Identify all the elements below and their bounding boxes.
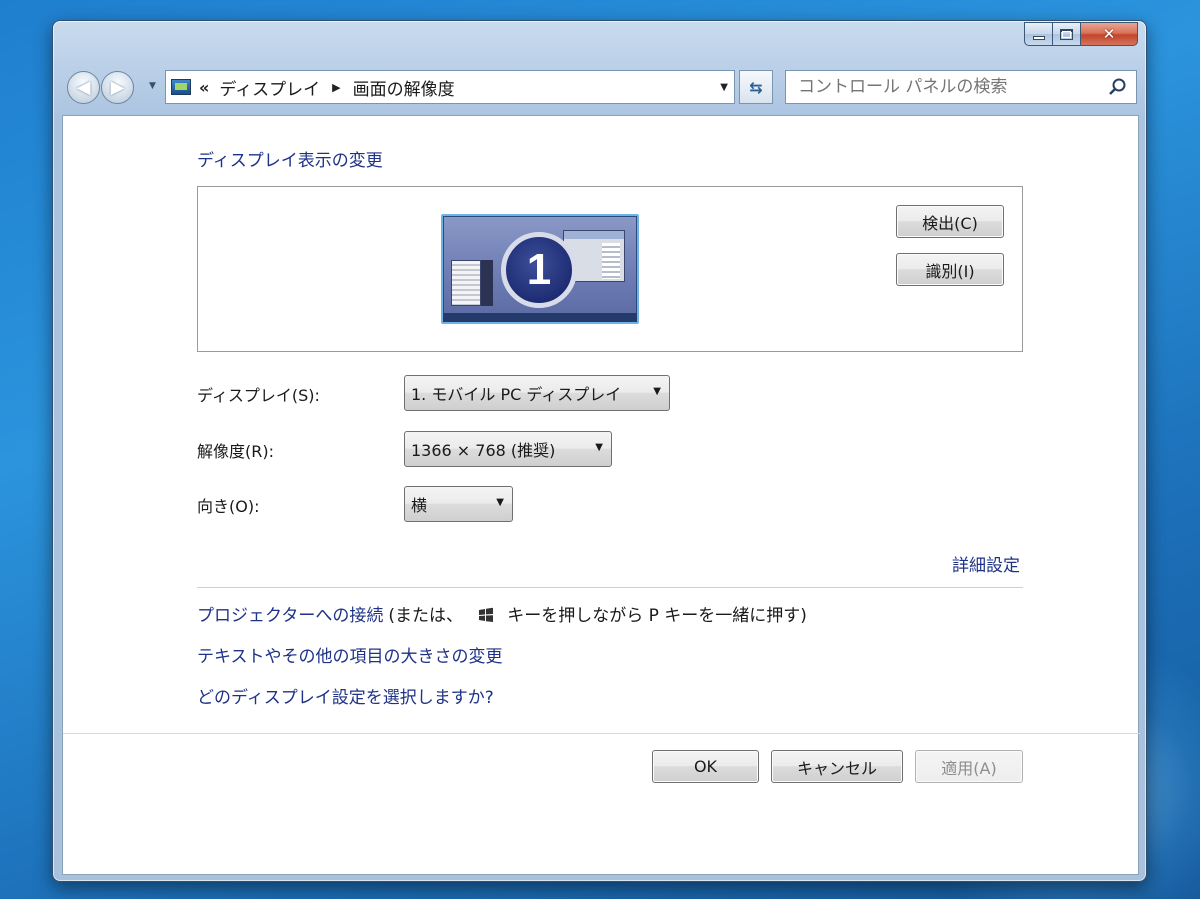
orientation-select-value: 横 [411, 496, 428, 515]
navigation-bar: ◀ ▶ ▼ « ディスプレイ ▶ 画面の解像度 ▼ ⇆ [63, 69, 1138, 109]
content-pane: ディスプレイ表示の変更 1 検出(C) 識別(I) ディスプレイ(S): 1. … [62, 115, 1140, 875]
projector-note-suffix: キーを押しながら P キーを一緒に押す) [507, 606, 807, 626]
display-preview-panel: 1 検出(C) 識別(I) [197, 186, 1023, 352]
display-select[interactable]: 1. モバイル PC ディスプレイ ▼ [404, 375, 670, 411]
search-box[interactable] [785, 70, 1137, 104]
forward-button[interactable]: ▶ [101, 71, 134, 104]
identify-button[interactable]: 識別(I) [896, 253, 1004, 286]
apply-button[interactable]: 適用(A) [915, 750, 1023, 783]
monitor-1-thumbnail[interactable]: 1 [441, 214, 639, 324]
page-title: ディスプレイ表示の変更 [197, 151, 383, 171]
monitor-number-badge: 1 [501, 232, 577, 308]
projector-row: プロジェクターへの接続 (または、 キーを押しながら P キーを一緒に押す) [197, 601, 807, 626]
forward-arrow-icon: ▶ [110, 77, 125, 98]
maximize-button[interactable] [1052, 22, 1080, 46]
address-bar[interactable]: « ディスプレイ ▶ 画面の解像度 ▼ [165, 70, 735, 104]
resolution-select-value: 1366 × 768 (推奨) [411, 441, 556, 460]
search-icon[interactable] [1108, 77, 1128, 97]
projector-note-prefix: (または、 [388, 606, 464, 626]
orientation-label: 向き(O): [197, 497, 260, 516]
address-dropdown-icon[interactable]: ▼ [720, 82, 728, 93]
minimize-button[interactable] [1024, 22, 1052, 46]
chevron-down-icon: ▼ [595, 442, 603, 453]
windows-logo-icon [479, 607, 494, 622]
resolution-label: 解像度(R): [197, 442, 274, 461]
search-input[interactable] [798, 77, 1088, 97]
close-icon: ✕ [1102, 25, 1116, 43]
minimize-icon [1032, 36, 1045, 40]
monitor-sample-start-menu-side [481, 260, 493, 306]
breadcrumb-separator-icon[interactable]: ▶ [332, 81, 340, 94]
maximize-icon [1060, 28, 1073, 40]
control-panel-window: ✕ ◀ ▶ ▼ « ディスプレイ ▶ 画面の解像度 ▼ ⇆ デ [52, 20, 1147, 882]
window-caption-buttons: ✕ [1024, 22, 1138, 48]
orientation-select[interactable]: 横 ▼ [404, 486, 513, 522]
section-divider [197, 587, 1023, 588]
chevron-down-icon: ▼ [496, 497, 504, 508]
advanced-settings-link[interactable]: 詳細設定 [952, 551, 1020, 576]
breadcrumb-screen-resolution[interactable]: 画面の解像度 [353, 75, 455, 100]
chevron-down-icon: ▼ [653, 386, 661, 397]
display-label: ディスプレイ(S): [197, 386, 320, 405]
cancel-button[interactable]: キャンセル [771, 750, 903, 783]
refresh-button[interactable]: ⇆ [739, 70, 773, 104]
ok-button[interactable]: OK [652, 750, 759, 783]
back-button[interactable]: ◀ [67, 71, 100, 104]
monitor-sample-start-menu [451, 260, 481, 306]
breadcrumb-display[interactable]: ディスプレイ [219, 75, 320, 100]
monitor-sample-taskbar [443, 313, 637, 322]
recent-pages-dropdown[interactable]: ▼ [149, 81, 156, 91]
which-display-settings-link[interactable]: どのディスプレイ設定を選択しますか? [197, 683, 494, 708]
breadcrumb-overflow[interactable]: « [199, 78, 209, 97]
refresh-icon: ⇆ [749, 77, 763, 97]
back-arrow-icon: ◀ [76, 77, 91, 98]
display-select-value: 1. モバイル PC ディスプレイ [411, 385, 622, 404]
connect-projector-link[interactable]: プロジェクターへの接続 [197, 606, 383, 626]
footer-divider [63, 733, 1140, 734]
display-control-panel-icon [171, 79, 191, 95]
resolution-select[interactable]: 1366 × 768 (推奨) ▼ [404, 431, 612, 467]
detect-button[interactable]: 検出(C) [896, 205, 1004, 238]
text-size-link[interactable]: テキストやその他の項目の大きさの変更 [197, 642, 503, 667]
close-button[interactable]: ✕ [1080, 22, 1138, 46]
